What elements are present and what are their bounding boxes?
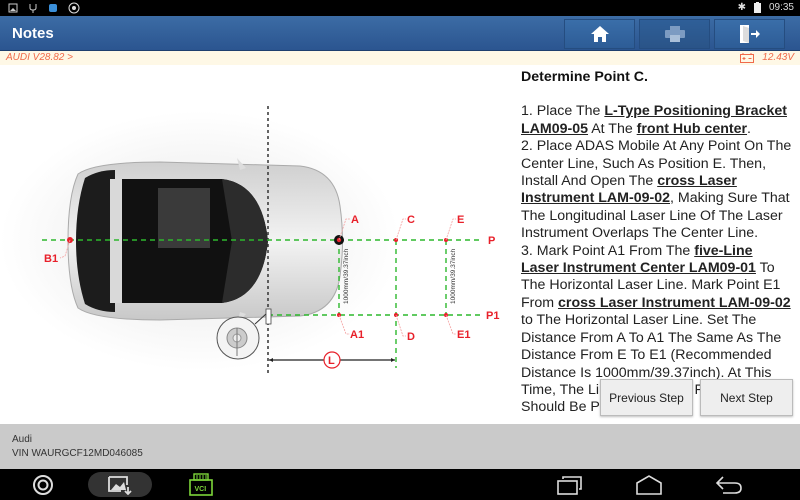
label-c: C xyxy=(407,214,415,226)
screenshot-button[interactable] xyxy=(88,472,152,497)
battery-voltage: 12.43V xyxy=(762,52,794,63)
label-p: P xyxy=(488,235,495,247)
android-home-button[interactable] xyxy=(634,472,664,497)
step-1: 1. Place The L-Type Positioning Bracket … xyxy=(521,103,794,138)
vci-button[interactable]: VCI xyxy=(186,472,216,497)
recent-apps-button[interactable] xyxy=(555,472,585,497)
info-bar: AUDI V28.82 > 12.43V xyxy=(0,51,800,65)
back-icon xyxy=(715,475,742,494)
diagram-panel: A C E P P1 A1 D E1 B1 1000mm/39.37inch 1… xyxy=(0,66,515,424)
browser-icon xyxy=(33,474,53,495)
home-button[interactable] xyxy=(564,19,635,49)
label-e1: E1 xyxy=(457,329,470,341)
label-p1: P1 xyxy=(486,310,499,322)
system-nav-bar: VCI xyxy=(0,469,800,500)
step-2: 2. Place ADAS Mobile At Any Point On The… xyxy=(521,138,794,242)
label-l: L xyxy=(328,355,335,367)
breadcrumb[interactable]: AUDI V28.82 > xyxy=(6,52,73,63)
dimension-label-a: 1000mm/39.37inch xyxy=(343,248,350,304)
vci-icon: VCI xyxy=(189,472,213,496)
browser-button[interactable] xyxy=(28,472,58,497)
recent-apps-icon xyxy=(557,475,582,495)
brightness-icon xyxy=(68,2,80,14)
instructions-heading: Determine Point C. xyxy=(521,69,648,85)
app-icon xyxy=(49,4,57,12)
step-1-text: At The xyxy=(588,120,637,137)
car-battery-icon xyxy=(740,52,755,63)
label-a: A xyxy=(351,214,359,226)
vehicle-info-footer: Audi VIN WAURGCF12MD046085 xyxy=(0,424,800,469)
step-1-text: 1. Place The xyxy=(521,103,605,120)
page-title: Notes xyxy=(12,25,54,42)
print-button[interactable] xyxy=(639,19,710,49)
battery-icon xyxy=(753,2,761,13)
link-cross-laser-instrument-2[interactable]: cross Laser Instrument LAM-09-02 xyxy=(558,295,791,311)
instructions-panel[interactable]: Determine Point C. 1. Place The L-Type P… xyxy=(515,66,800,424)
vci-label: VCI xyxy=(195,486,207,493)
usb-icon xyxy=(29,4,37,13)
exit-icon xyxy=(739,25,760,43)
screenshot-icon xyxy=(108,475,132,495)
step-3-text: 3. Mark Point A1 From The xyxy=(521,242,695,259)
next-step-button[interactable]: Next Step xyxy=(700,379,793,416)
home-icon xyxy=(636,474,662,495)
label-d: D xyxy=(407,331,415,343)
previous-step-button[interactable]: Previous Step xyxy=(600,379,693,416)
status-bar: ✱ 09:35 xyxy=(0,0,800,16)
dimension-label-e: 1000mm/39.37inch xyxy=(450,248,457,304)
app-header: Notes xyxy=(0,16,800,51)
vehicle-vin: VIN WAURGCF12MD046085 xyxy=(12,448,143,459)
link-front-hub-center[interactable]: front Hub center xyxy=(637,121,747,137)
exit-button[interactable] xyxy=(714,19,785,49)
calibration-diagram: A C E P P1 A1 D E1 B1 1000mm/39.37inch 1… xyxy=(0,106,499,374)
vehicle-make: Audi xyxy=(12,434,33,445)
car-top-view xyxy=(67,158,343,324)
step-1-text: . xyxy=(747,120,751,137)
label-b1: B1 xyxy=(44,253,58,265)
bluetooth-icon: ✱ xyxy=(737,2,746,13)
label-e: E xyxy=(457,214,464,226)
label-a1: A1 xyxy=(350,329,364,341)
back-button[interactable] xyxy=(714,472,744,497)
image-icon xyxy=(8,3,18,13)
clock: 09:35 xyxy=(768,2,794,13)
home-icon xyxy=(590,26,609,42)
printer-icon xyxy=(664,26,685,42)
